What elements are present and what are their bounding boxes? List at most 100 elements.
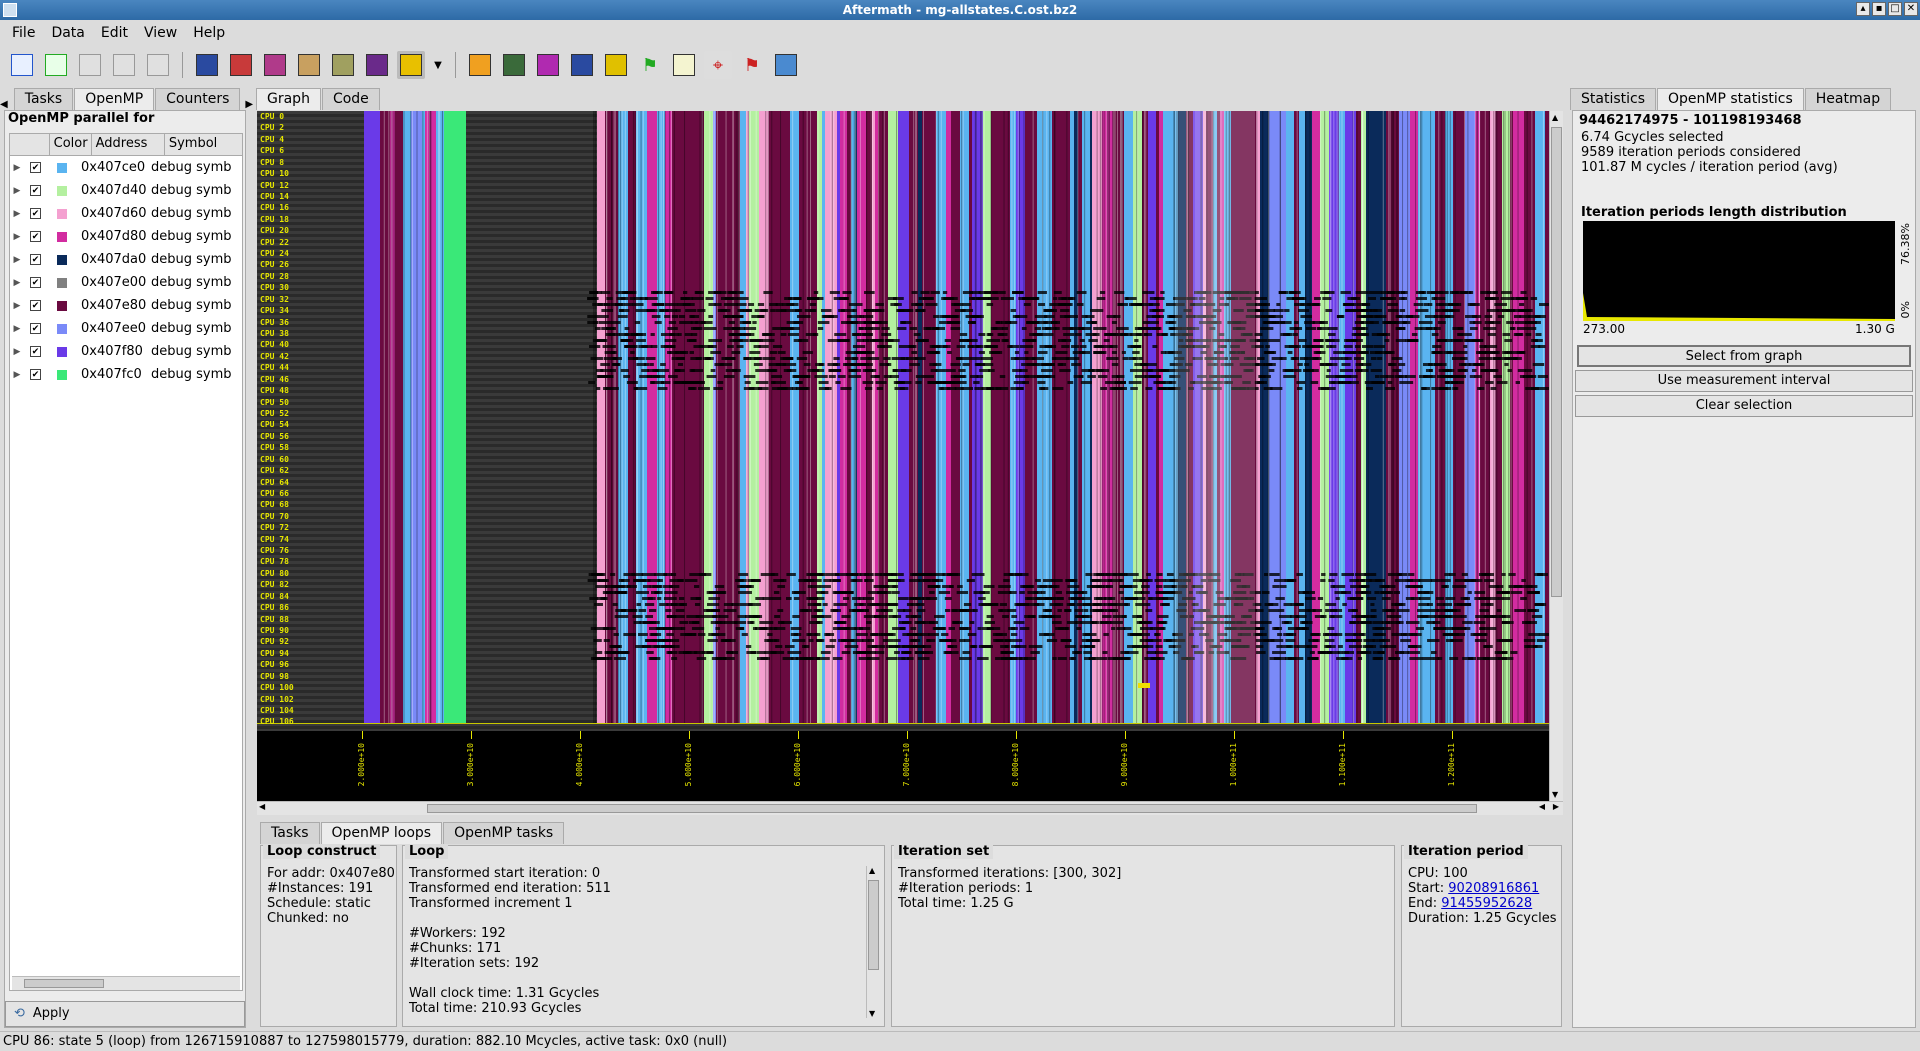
expand-arrow-icon[interactable]: ▶ (10, 232, 24, 242)
tab-bottom-tasks[interactable]: Tasks (260, 822, 320, 844)
scroll-up-icon[interactable]: ▲ (869, 866, 875, 875)
menu-help[interactable]: Help (187, 23, 231, 43)
column-blank[interactable] (10, 134, 50, 155)
menu-view[interactable]: View (138, 23, 183, 43)
apply-button[interactable]: ⟲ Apply (5, 1001, 245, 1027)
tab-scroll-left-icon[interactable]: ◀ (0, 99, 8, 110)
expand-arrow-icon[interactable]: ▶ (10, 186, 24, 196)
start-link[interactable]: 90208916861 (1448, 881, 1539, 896)
filter-button-4[interactable] (568, 51, 596, 79)
mode-typemap-button[interactable] (261, 51, 289, 79)
tree-row[interactable]: ▶ ✔ 0x407f80 debug symb (10, 340, 242, 363)
close-button[interactable]: ✕ (1904, 2, 1918, 16)
go-last-button[interactable] (144, 51, 172, 79)
derived-counter-button[interactable] (670, 51, 698, 79)
expand-arrow-icon[interactable]: ▶ (10, 370, 24, 380)
tab-code[interactable]: Code (321, 88, 380, 110)
row-checkbox[interactable]: ✔ (30, 254, 41, 265)
scrollbar-thumb[interactable] (1551, 127, 1562, 597)
clear-selection-button[interactable]: Clear selection (1575, 395, 1913, 417)
go-first-button[interactable] (76, 51, 104, 79)
filter-button-1[interactable] (466, 51, 494, 79)
mode-tasks-button[interactable] (363, 51, 391, 79)
tab-openmp-statistics[interactable]: OpenMP statistics (1657, 88, 1804, 110)
tree-row[interactable]: ▶ ✔ 0x407e00 debug symb (10, 271, 242, 294)
tree-row[interactable]: ▶ ✔ 0x407d80 debug symb (10, 225, 242, 248)
horizontal-scrollbar[interactable] (12, 976, 240, 990)
timeline-canvas[interactable] (257, 111, 1549, 731)
row-checkbox[interactable]: ✔ (30, 185, 41, 196)
select-from-graph-button[interactable]: Select from graph (1577, 345, 1911, 367)
tree-row[interactable]: ▶ ✔ 0x407d60 debug symb (10, 202, 242, 225)
maximize-button[interactable]: □ (1888, 2, 1902, 16)
menu-edit[interactable]: Edit (95, 23, 134, 43)
scroll-right-icon[interactable]: ▶ (1553, 802, 1559, 811)
tree-row[interactable]: ▶ ✔ 0x407fc0 debug symb (10, 363, 242, 386)
filter-button-2[interactable] (500, 51, 528, 79)
tree-row[interactable]: ▶ ✔ 0x407da0 debug symb (10, 248, 242, 271)
mode-state-button[interactable] (193, 51, 221, 79)
loop-scrollbar[interactable]: ▲ ▼ (866, 866, 880, 1018)
row-checkbox[interactable]: ✔ (30, 300, 41, 311)
scroll-down-icon[interactable]: ▼ (1552, 790, 1558, 799)
tab-openmp-tasks[interactable]: OpenMP tasks (443, 822, 565, 844)
scrollbar-thumb[interactable] (24, 979, 104, 988)
column-color[interactable]: Color (50, 134, 92, 155)
row-checkbox[interactable]: ✔ (30, 346, 41, 357)
measure-button[interactable]: ⌖ (704, 51, 732, 79)
expand-arrow-icon[interactable]: ▶ (10, 347, 24, 357)
row-checkbox[interactable]: ✔ (30, 323, 41, 334)
expand-arrow-icon[interactable]: ▶ (10, 301, 24, 311)
row-checkbox[interactable]: ✔ (30, 208, 41, 219)
expand-arrow-icon[interactable]: ▶ (10, 278, 24, 288)
end-link[interactable]: 91455952628 (1441, 896, 1532, 911)
tab-statistics[interactable]: Statistics (1570, 88, 1656, 110)
column-symbol[interactable]: Symbol (165, 134, 242, 155)
tree-row[interactable]: ▶ ✔ 0x407d40 debug symb (10, 179, 242, 202)
menu-data[interactable]: Data (45, 23, 90, 43)
tab-tasks[interactable]: Tasks (13, 88, 74, 110)
tab-counters[interactable]: Counters (155, 88, 241, 110)
graph-vertical-scrollbar[interactable]: ▲ ▼ (1549, 111, 1563, 801)
tab-heatmap[interactable]: Heatmap (1804, 88, 1892, 110)
go-prev-button[interactable] (110, 51, 138, 79)
expand-arrow-icon[interactable]: ▶ (10, 209, 24, 219)
mode-numa-write-button[interactable] (329, 51, 357, 79)
scroll-left-icon[interactable]: ◀ (1539, 802, 1545, 811)
expand-arrow-icon[interactable]: ▶ (10, 255, 24, 265)
mode-heat-button[interactable] (227, 51, 255, 79)
mode-numa-read-button[interactable] (295, 51, 323, 79)
mode-omp-button[interactable] (397, 51, 425, 79)
row-checkbox[interactable]: ✔ (30, 277, 41, 288)
histogram[interactable] (1583, 221, 1895, 321)
tab-scroll-right-icon[interactable]: ▶ (245, 99, 253, 110)
filter-button-5[interactable] (602, 51, 630, 79)
tree-row[interactable]: ▶ ✔ 0x407ce0 debug symb (10, 156, 242, 179)
expand-arrow-icon[interactable]: ▶ (10, 163, 24, 173)
use-measurement-interval-button[interactable]: Use measurement interval (1575, 370, 1913, 392)
minimize-button[interactable]: ▪ (1872, 2, 1886, 16)
marker-button[interactable]: ⚑ (636, 51, 664, 79)
row-checkbox[interactable]: ✔ (30, 162, 41, 173)
shade-window-button[interactable]: ▴ (1856, 2, 1870, 16)
graph-horizontal-scrollbar[interactable]: ◀ ◀ ▶ (257, 801, 1563, 815)
expand-arrow-icon[interactable]: ▶ (10, 324, 24, 334)
menu-file[interactable]: File (6, 23, 41, 43)
scrollbar-thumb[interactable] (427, 804, 1477, 813)
zoom-all-button[interactable] (8, 51, 36, 79)
tab-openmp-loops[interactable]: OpenMP loops (320, 822, 443, 844)
scroll-up-icon[interactable]: ▲ (1552, 113, 1558, 122)
row-checkbox[interactable]: ✔ (30, 231, 41, 242)
tree-row[interactable]: ▶ ✔ 0x407e80 debug symb (10, 294, 242, 317)
scroll-left-icon[interactable]: ◀ (259, 802, 265, 811)
scrollbar-thumb[interactable] (868, 880, 879, 970)
heatmap-button[interactable] (772, 51, 800, 79)
mode-dropdown-button[interactable]: ▼ (431, 51, 445, 79)
timeline-graph[interactable]: CPU 0 CPU 2 CPU 4 CPU 6 CPU 8 CPU 10 CPU 12 CPU… (257, 111, 1549, 731)
annotation-button[interactable]: ⚑ (738, 51, 766, 79)
window-menu-icon[interactable] (3, 3, 17, 17)
row-checkbox[interactable]: ✔ (30, 369, 41, 380)
show-all-button[interactable] (42, 51, 70, 79)
scroll-down-icon[interactable]: ▼ (869, 1009, 875, 1018)
tab-openmp[interactable]: OpenMP (74, 88, 155, 110)
